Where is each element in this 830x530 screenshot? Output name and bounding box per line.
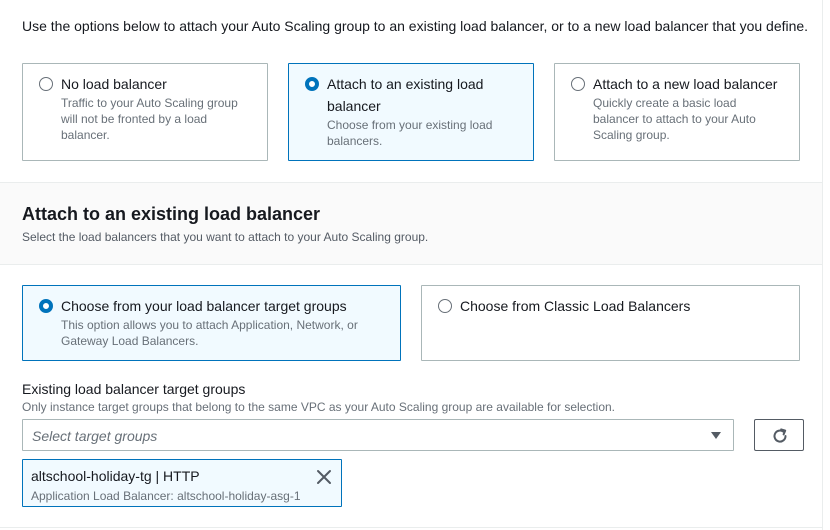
option-description: Traffic to your Auto Scaling group will … bbox=[61, 96, 238, 142]
close-icon[interactable] bbox=[315, 468, 333, 486]
panel-border bbox=[822, 0, 823, 530]
intro-text: Use the options below to attach your Aut… bbox=[22, 18, 809, 34]
refresh-button[interactable] bbox=[754, 419, 804, 451]
radio-attach-new[interactable] bbox=[571, 77, 585, 91]
target-groups-select[interactable]: Select target groups bbox=[22, 419, 734, 451]
section-title: Attach to an existing load balancer bbox=[22, 204, 321, 224]
radio-target-groups[interactable] bbox=[39, 299, 53, 313]
caret-down-icon bbox=[711, 432, 721, 439]
option-no-load-balancer[interactable]: No load balancer Traffic to your Auto Sc… bbox=[22, 63, 268, 161]
selected-target-group-token: altschool-holiday-tg | HTTP Application … bbox=[22, 459, 342, 507]
option-attach-new[interactable]: Attach to a new load balancer Quickly cr… bbox=[554, 63, 800, 161]
select-placeholder: Select target groups bbox=[32, 428, 158, 444]
refresh-icon bbox=[773, 428, 787, 443]
token-title: altschool-holiday-tg | HTTP bbox=[31, 468, 200, 484]
section-description: Select the load balancers that you want … bbox=[22, 230, 429, 244]
radio-attach-existing[interactable] bbox=[305, 77, 319, 91]
token-description: Application Load Balancer: altschool-hol… bbox=[31, 489, 301, 503]
option-title: Attach to a new load balancer bbox=[593, 76, 778, 92]
option-classic-load-balancers[interactable]: Choose from Classic Load Balancers bbox=[421, 285, 800, 361]
option-attach-existing[interactable]: Attach to an existing load balancer Choo… bbox=[288, 63, 534, 161]
radio-classic-load-balancers[interactable] bbox=[438, 299, 452, 313]
option-title: Attach to an existing load balancer bbox=[327, 76, 484, 114]
field-label: Existing load balancer target groups bbox=[22, 381, 246, 397]
field-hint: Only instance target groups that belong … bbox=[22, 400, 616, 414]
option-description: Choose from your existing load balancers… bbox=[327, 118, 493, 148]
radio-no-load-balancer[interactable] bbox=[39, 77, 53, 91]
option-description: Quickly create a basic load balancer to … bbox=[593, 96, 756, 142]
option-title: No load balancer bbox=[61, 76, 167, 92]
option-title: Choose from Classic Load Balancers bbox=[460, 298, 691, 314]
panel-bottom-border bbox=[0, 527, 822, 528]
option-description: This option allows you to attach Applica… bbox=[61, 318, 358, 348]
option-title: Choose from your load balancer target gr… bbox=[61, 298, 347, 314]
option-target-groups[interactable]: Choose from your load balancer target gr… bbox=[22, 285, 401, 361]
